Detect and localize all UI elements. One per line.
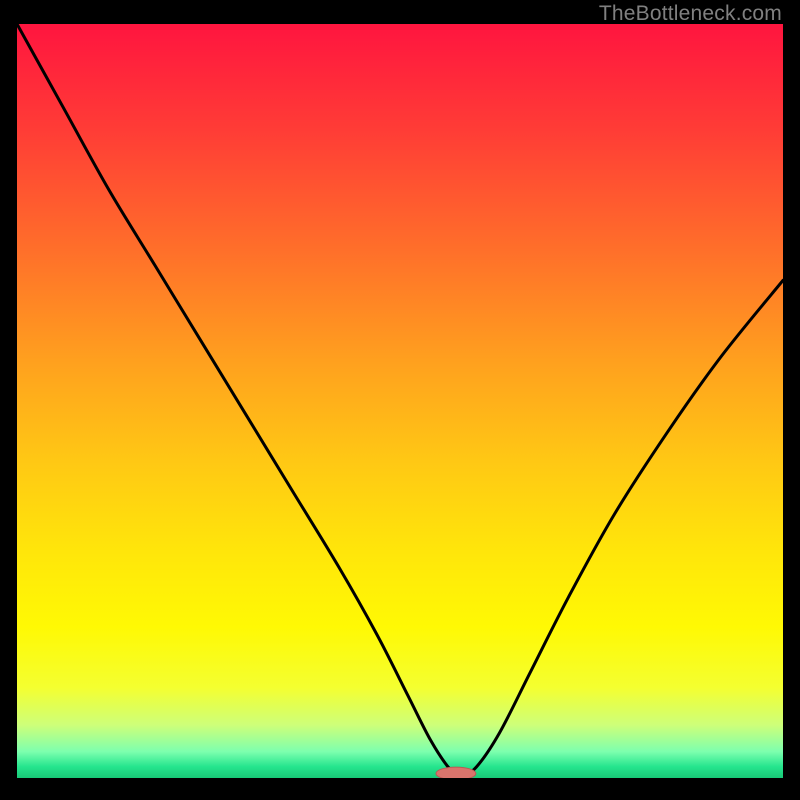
optimal-point-marker: [436, 767, 476, 778]
gradient-background: [17, 24, 783, 778]
bottleneck-chart: [17, 24, 783, 778]
watermark-text: TheBottleneck.com: [599, 2, 782, 26]
chart-frame: [17, 24, 783, 784]
